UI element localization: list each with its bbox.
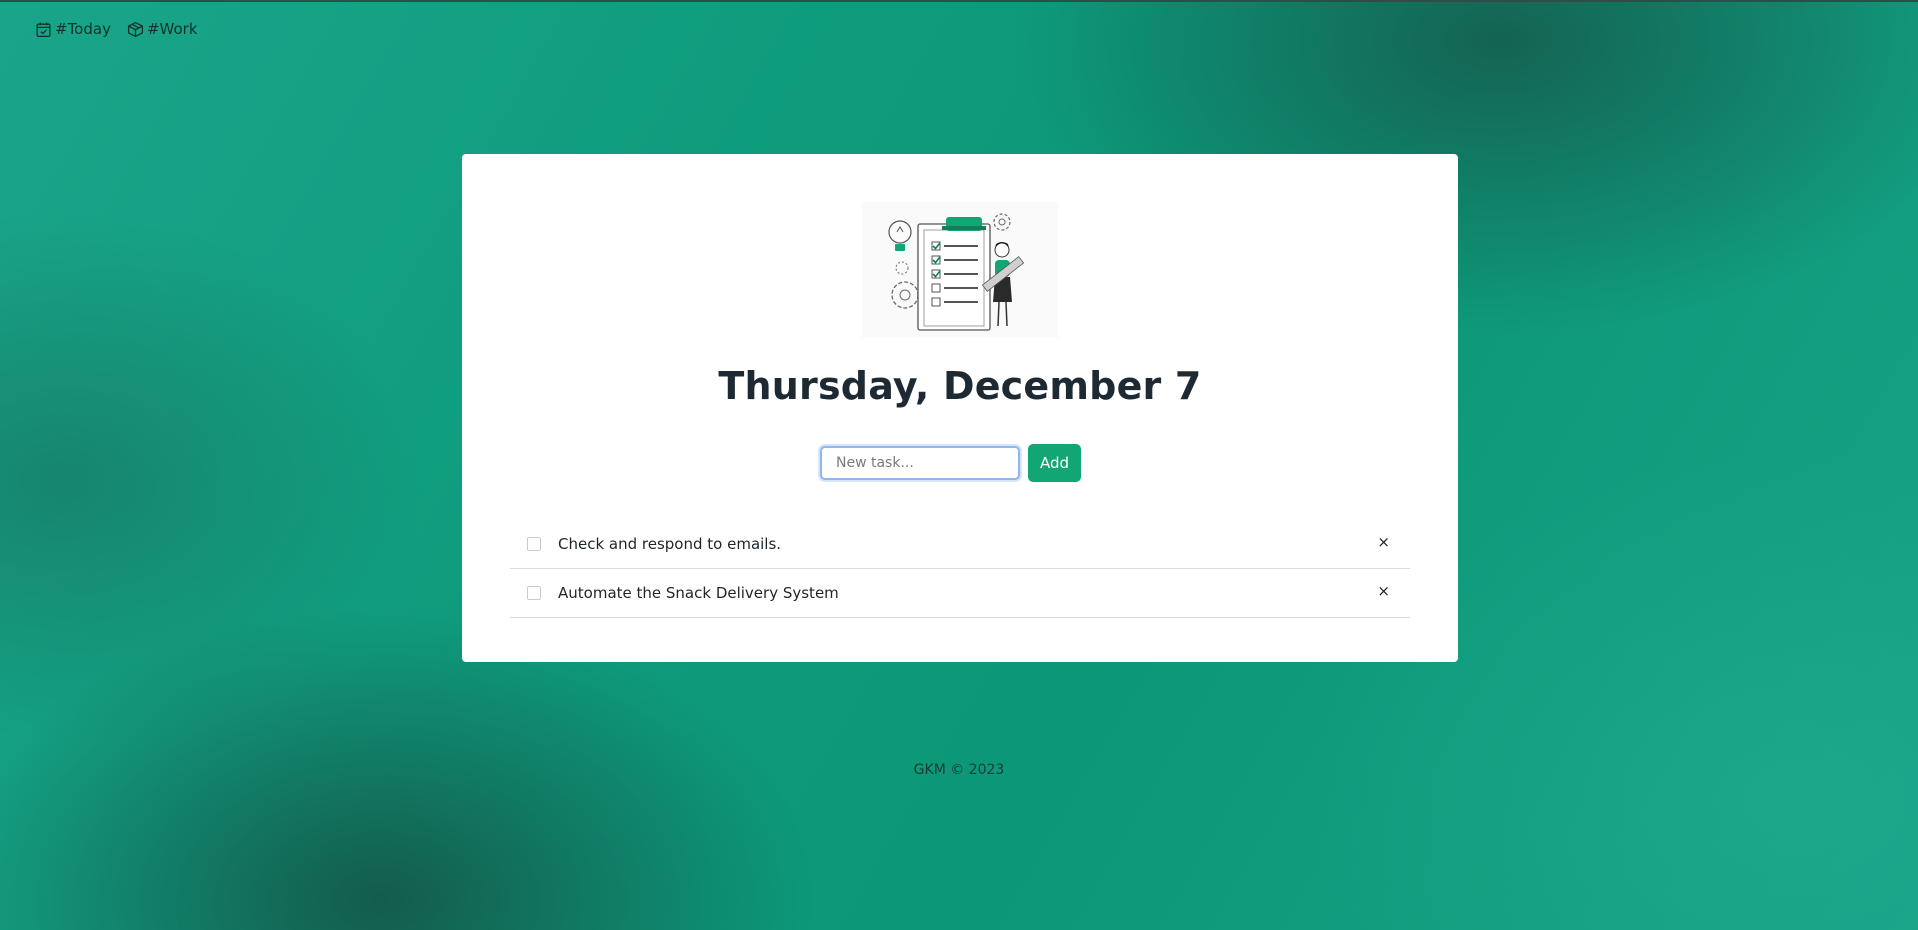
task-item: Automate the Snack Delivery System × [510,569,1410,618]
task-list: Check and respond to emails. × Automate … [510,520,1410,618]
date-heading: Thursday, December 7 [718,364,1202,408]
nav-link-work[interactable]: #Work [127,20,198,38]
new-task-input[interactable] [820,446,1020,480]
nav-label-today: #Today [55,20,111,38]
box-icon [127,21,143,37]
task-checkbox[interactable] [527,586,541,600]
top-nav: #Today #Work [35,20,198,38]
checklist-woman-illustration [862,202,1058,338]
task-text: Automate the Snack Delivery System [558,584,839,602]
nav-label-work: #Work [146,20,198,38]
delete-task-button[interactable]: × [1377,535,1390,550]
task-checkbox[interactable] [527,537,541,551]
task-item: Check and respond to emails. × [510,520,1410,569]
todo-card: Thursday, December 7 Add Check and respo… [462,154,1458,662]
add-task-button[interactable]: Add [1028,444,1082,482]
nav-link-today[interactable]: #Today [35,20,111,38]
window-top-border [0,0,1918,2]
task-text: Check and respond to emails. [558,535,782,553]
calendar-check-icon [36,22,51,37]
delete-task-button[interactable]: × [1377,584,1390,599]
footer-copyright: GKM © 2023 [913,762,1005,778]
new-task-form: Add [820,444,1082,482]
